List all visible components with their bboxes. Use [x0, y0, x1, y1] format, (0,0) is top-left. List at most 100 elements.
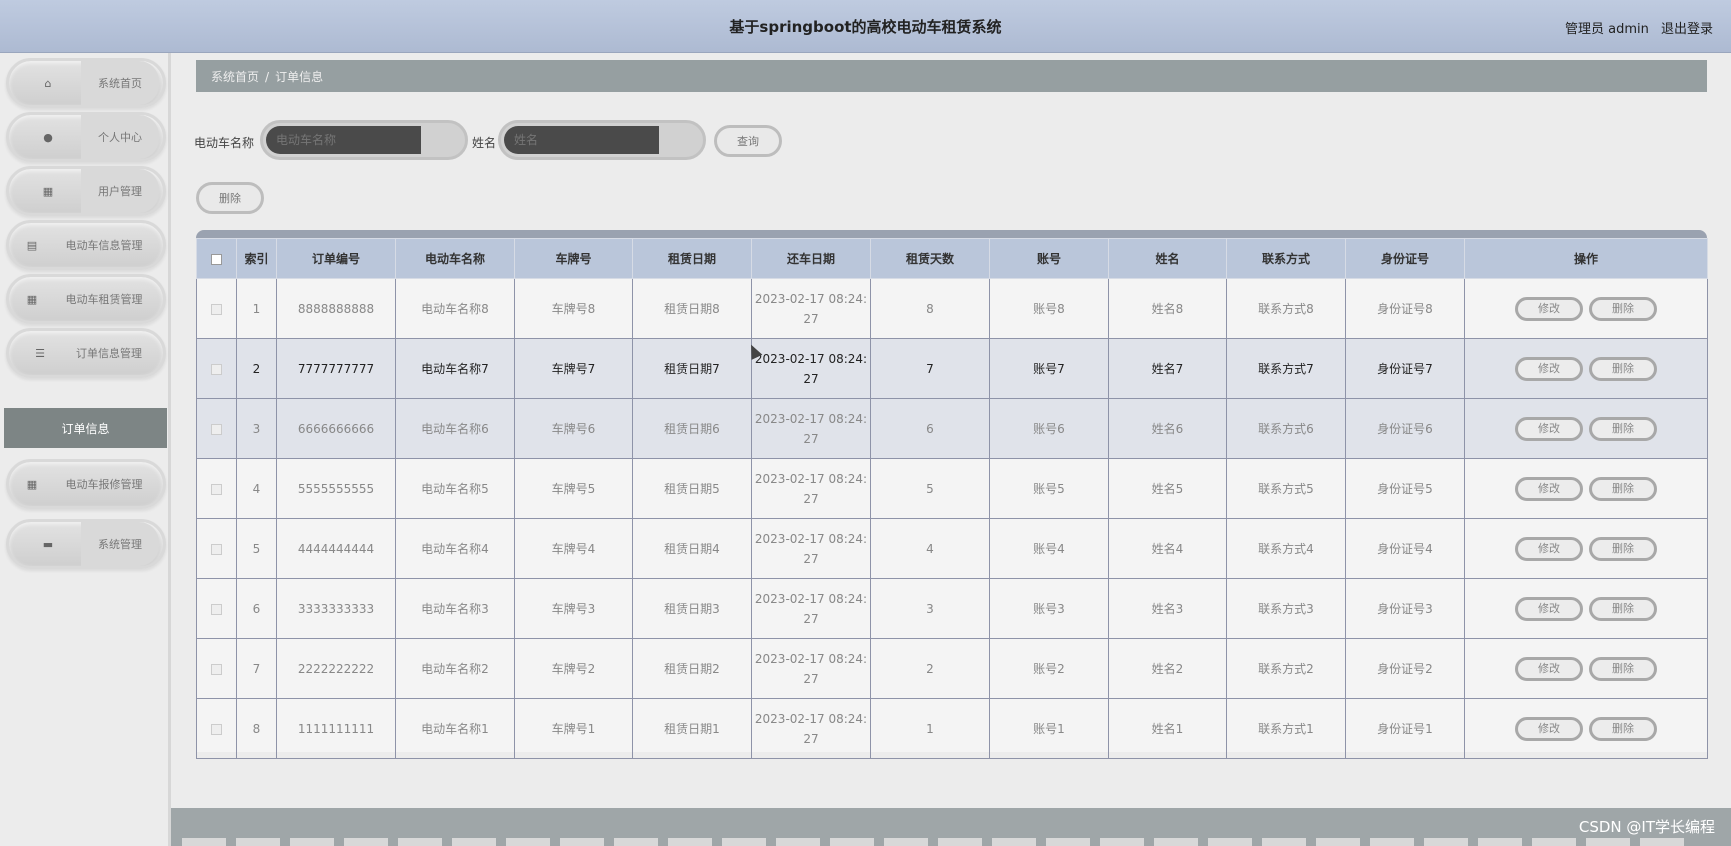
row-checkbox[interactable] [211, 543, 222, 555]
row-checkbox[interactable] [211, 303, 222, 315]
row-select-cell[interactable] [196, 458, 237, 519]
cell-actions: 修改 删除 [1464, 638, 1708, 699]
sidebar-item-label: 订单信息管理 [76, 347, 142, 360]
row-select-cell[interactable] [196, 398, 237, 459]
footer-cell [1478, 838, 1522, 846]
cell-plate: 车牌号1 [514, 698, 633, 759]
sliders-icon: ☰ [35, 346, 45, 360]
app-title: 基于springboot的高校电动车租赁系统 [729, 18, 1002, 36]
footer-cell [1154, 838, 1198, 846]
breadcrumb-home[interactable]: 系统首页 [211, 70, 259, 84]
cell-return-date: 2023-02-17 08:24: 27 [751, 578, 871, 639]
edit-button[interactable]: 修改 [1515, 716, 1583, 741]
cell-order: 4444444444 [276, 518, 396, 579]
footer-cell [398, 838, 442, 846]
column-header: 车牌号 [514, 238, 633, 279]
query-button[interactable]: 查询 [714, 125, 782, 157]
edit-button[interactable]: 修改 [1515, 596, 1583, 621]
cell-order: 2222222222 [276, 638, 396, 699]
table-row: 3 6666666666 电动车名称6 车牌号6 租赁日期6 2023-02-17 08:… [196, 398, 1708, 459]
row-select-cell[interactable] [196, 338, 237, 399]
delete-button[interactable]: 删除 [1589, 356, 1657, 381]
row-select-cell[interactable] [196, 518, 237, 579]
delete-button[interactable]: 删除 [1589, 656, 1657, 681]
row-select-cell[interactable] [196, 698, 237, 759]
row-select-cell[interactable] [196, 578, 237, 639]
cell-actions: 修改 删除 [1464, 338, 1708, 399]
return-date-line1: 2023-02-17 08:24: [754, 411, 868, 426]
footer-bar [171, 808, 1731, 846]
select-all-checkbox[interactable] [211, 253, 222, 265]
cell-name: 电动车名称7 [395, 338, 515, 399]
row-checkbox[interactable] [211, 483, 222, 495]
top-bar: 基于springboot的高校电动车租赁系统 管理员 admin 退出登录 [0, 0, 1731, 53]
cell-index: 6 [236, 578, 277, 639]
edit-button[interactable]: 修改 [1515, 476, 1583, 501]
cell-contact: 联系方式6 [1226, 398, 1346, 459]
cell-order: 7777777777 [276, 338, 396, 399]
sidebar: ⌂ 系统首页 ● 个人中心 ▦ 用户管理 ▤ 电动车信息管理 ▦ 电动车租赁管理… [0, 53, 171, 846]
row-checkbox[interactable] [211, 663, 222, 675]
ebike-name-input[interactable] [266, 126, 421, 154]
cell-account: 账号8 [989, 278, 1109, 339]
row-select-cell[interactable] [196, 638, 237, 699]
submenu-item-order-info[interactable]: 订单信息 [4, 408, 167, 448]
person-name-input[interactable] [504, 126, 659, 154]
cell-days: 7 [870, 338, 990, 399]
column-header: 租赁天数 [870, 238, 990, 279]
sidebar-item-system[interactable]: ▬ 系统管理 [6, 519, 166, 569]
edit-button[interactable]: 修改 [1515, 656, 1583, 681]
row-checkbox[interactable] [211, 603, 222, 615]
cell-plate: 车牌号6 [514, 398, 633, 459]
user-label: 管理员 admin [1564, 22, 1649, 37]
sidebar-item-label: 电动车信息管理 [65, 239, 143, 252]
cell-days: 3 [870, 578, 990, 639]
delete-button[interactable]: 删除 [1589, 596, 1657, 621]
footer-cell [290, 838, 334, 846]
cell-order: 8888888888 [276, 278, 396, 339]
cell-days: 8 [870, 278, 990, 339]
sidebar-item-profile[interactable]: ● 个人中心 [6, 112, 166, 162]
sidebar-item-orders[interactable]: ☰ 订单信息管理 [6, 328, 166, 378]
sidebar-item-repair[interactable]: ▦ 电动车报修管理 [6, 459, 166, 509]
delete-button[interactable]: 删除 [1589, 476, 1657, 501]
footer-cell [1532, 838, 1576, 846]
edit-button[interactable]: 修改 [1515, 416, 1583, 441]
row-checkbox[interactable] [211, 363, 222, 375]
cell-index: 5 [236, 518, 277, 579]
row-select-cell[interactable] [196, 278, 237, 339]
return-date-line1: 2023-02-17 08:24: [754, 651, 868, 666]
delete-button[interactable]: 删除 [1589, 296, 1657, 321]
cell-index: 3 [236, 398, 277, 459]
bulk-delete-button[interactable]: 删除 [196, 182, 264, 214]
doc-icon: ▤ [26, 238, 38, 252]
user-area: 管理员 admin 退出登录 [1557, 18, 1713, 37]
delete-button[interactable]: 删除 [1589, 716, 1657, 741]
row-checkbox[interactable] [211, 723, 222, 735]
footer-cell [1316, 838, 1360, 846]
breadcrumb: 系统首页 / 订单信息 [196, 60, 1707, 92]
return-date-line1: 2023-02-17 08:24: [754, 291, 868, 306]
delete-button[interactable]: 删除 [1589, 416, 1657, 441]
edit-button[interactable]: 修改 [1515, 356, 1583, 381]
return-date-line1: 2023-02-17 08:24: [754, 351, 868, 366]
table-row: 2 7777777777 电动车名称7 车牌号7 租赁日期7 2023-02-17 08:… [196, 338, 1708, 399]
sidebar-item-ebike-rental[interactable]: ▦ 电动车租赁管理 [6, 274, 166, 324]
sidebar-item-users[interactable]: ▦ 用户管理 [6, 166, 166, 216]
cell-rent: 租赁日期4 [632, 518, 752, 579]
footer-cell [506, 838, 550, 846]
edit-button[interactable]: 修改 [1515, 536, 1583, 561]
cell-rent: 租赁日期2 [632, 638, 752, 699]
row-checkbox[interactable] [211, 423, 222, 435]
cell-return-date: 2023-02-17 08:24: 27 [751, 338, 871, 399]
logout-link[interactable]: 退出登录 [1661, 22, 1713, 37]
delete-button[interactable]: 删除 [1589, 536, 1657, 561]
sidebar-item-home[interactable]: ⌂ 系统首页 [6, 58, 166, 108]
cell-id: 身份证号1 [1345, 698, 1465, 759]
cell-rent: 租赁日期8 [632, 278, 752, 339]
sidebar-item-ebike-info[interactable]: ▤ 电动车信息管理 [6, 220, 166, 270]
cell-contact: 联系方式5 [1226, 458, 1346, 519]
cell-id: 身份证号2 [1345, 638, 1465, 699]
edit-button[interactable]: 修改 [1515, 296, 1583, 321]
select-all-cell[interactable] [196, 238, 237, 279]
